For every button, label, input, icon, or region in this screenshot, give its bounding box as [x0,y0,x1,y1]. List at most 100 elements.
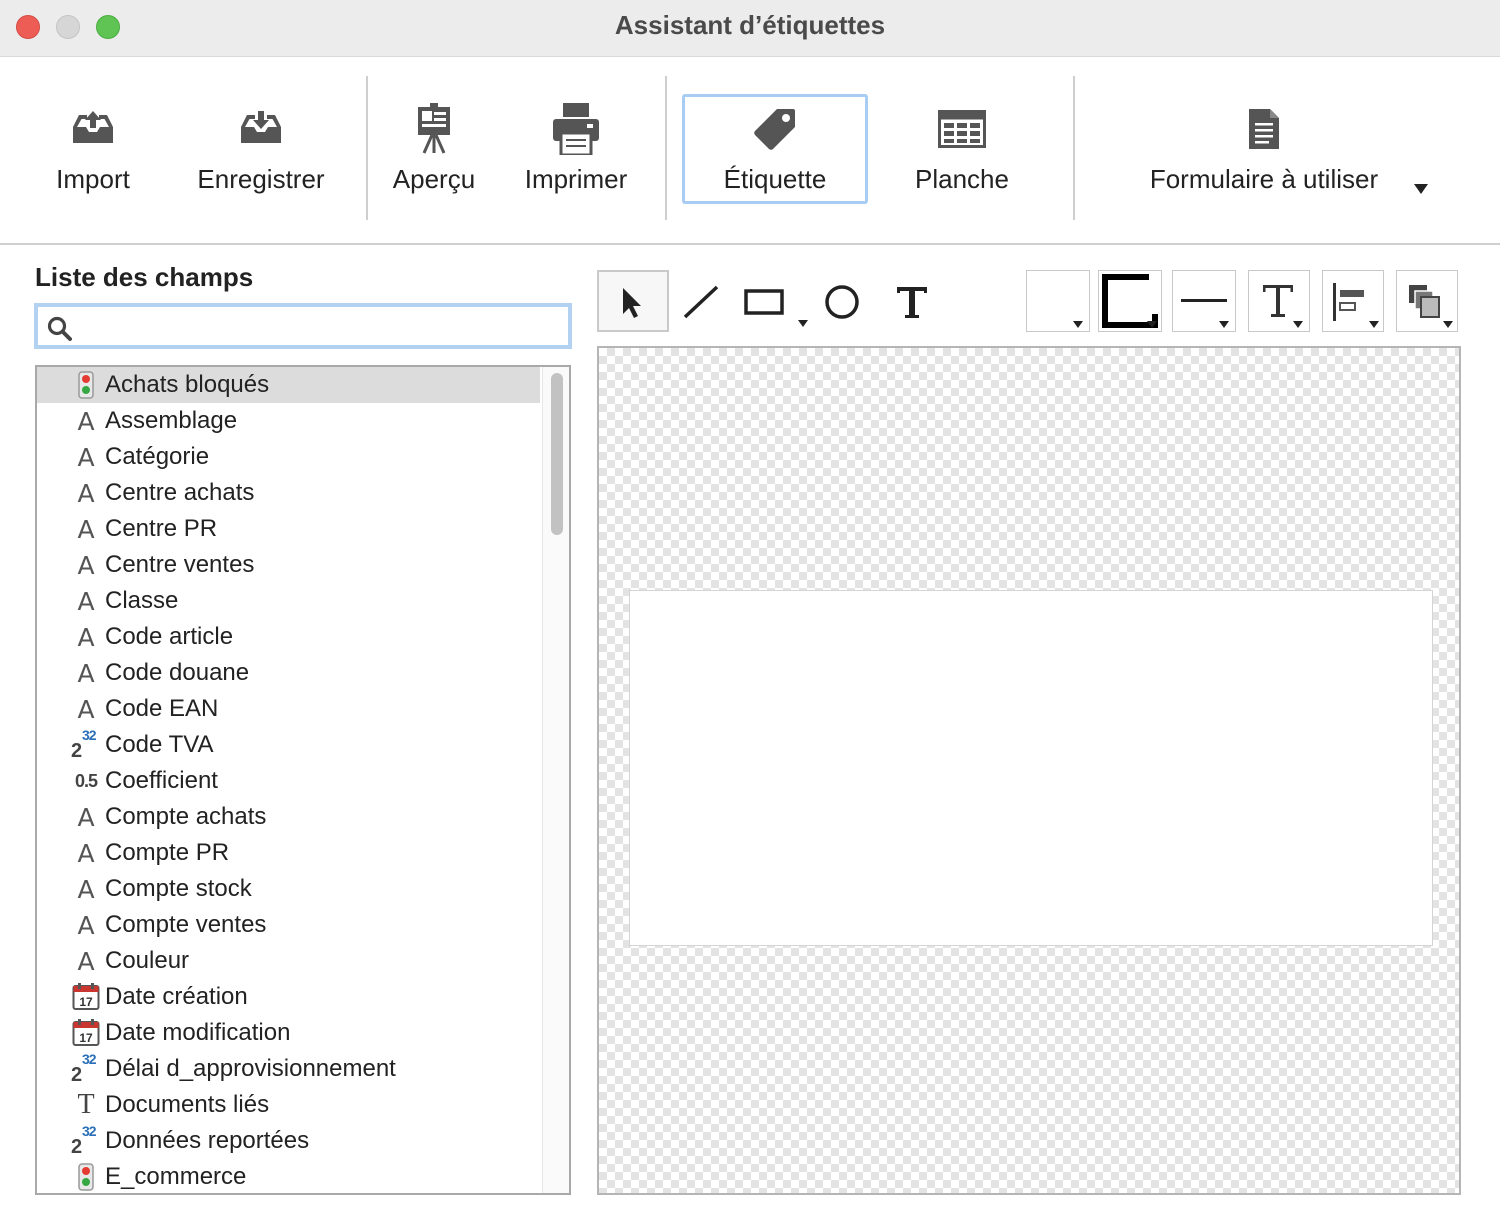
calendar-icon: 17 [71,1015,101,1051]
sheet-button[interactable]: Planche [902,97,1022,241]
field-list-item-label: Date modification [105,1019,291,1046]
field-list-item-label: Centre ventes [105,551,255,578]
label-label: Étiquette [723,164,827,194]
border-color-dropdown-arrow-icon[interactable] [1147,321,1157,328]
align-left-icon [1333,283,1364,321]
sheet-label: Planche [915,164,1009,194]
rectangle-tool-button[interactable] [738,270,812,332]
field-list-item[interactable]: A Compte ventes [37,907,540,943]
text-field-icon: A [77,442,95,472]
align-dropdown-arrow-icon[interactable] [1369,321,1379,328]
line-style-button[interactable] [1172,270,1236,332]
fields-list-scrollbar[interactable] [542,367,569,1193]
field-list-item[interactable]: A Code article [37,619,540,655]
print-button[interactable]: Imprimer [516,97,636,241]
line-style-dropdown-arrow-icon[interactable] [1219,321,1229,328]
svg-text:17: 17 [79,995,93,1009]
text-tool-button[interactable] [886,270,938,332]
tray-download-icon [190,97,332,161]
fill-color-dropdown-arrow-icon[interactable] [1073,321,1083,328]
search-icon [46,315,74,348]
field-list-item[interactable]: 2 32 Code TVA [37,727,540,763]
field-list-item[interactable]: A Centre PR [37,511,540,547]
field-list-item-label: Classe [105,587,179,614]
text-field-icon: A [77,874,95,904]
field-list-item[interactable]: A Compte stock [37,871,540,907]
border-color-button[interactable] [1098,270,1162,332]
field-list-item[interactable]: A Catégorie [37,439,540,475]
form-dropdown-arrow-icon[interactable] [1414,184,1428,194]
traffic-light-icon [71,1159,101,1193]
field-list-item[interactable]: Achats bloqués [37,367,540,403]
preview-label: Aperçu [392,164,476,194]
font-dropdown-arrow-icon[interactable] [1293,321,1303,328]
field-list-item-label: Achats bloqués [105,371,270,398]
integer-field-icon: 2 32 [71,727,97,762]
field-list-item[interactable]: 0.5 Coefficient [37,763,540,799]
field-list-item[interactable]: A Code douane [37,655,540,691]
field-list-item-label: Code TVA [105,731,214,758]
field-list-item[interactable]: A Classe [37,583,540,619]
import-button[interactable]: Import [40,97,146,241]
text-field-icon: A [77,658,95,688]
align-button[interactable] [1322,270,1384,332]
text-field-icon: A [77,838,95,868]
border-color-icon [1102,274,1158,328]
fields-search-box[interactable] [34,303,572,349]
field-list-item[interactable]: 17 Date création [37,979,540,1015]
sheet-grid-icon [902,97,1022,161]
fields-list-scroll-thumb[interactable] [551,373,563,535]
arrange-dropdown-arrow-icon[interactable] [1443,321,1453,328]
ellipse-icon [825,285,859,319]
text-field-icon: A [77,946,95,976]
field-list-item[interactable]: E_commerce [37,1159,540,1193]
field-list-item[interactable]: A Compte achats [37,799,540,835]
arrange-button[interactable] [1396,270,1458,332]
import-label: Import [56,164,130,194]
form-to-use-button[interactable]: Formulaire à utiliser [1136,97,1392,241]
fill-color-button[interactable] [1026,270,1090,332]
save-button[interactable]: Enregistrer [190,97,332,241]
field-list-item-label: Compte stock [105,875,252,902]
preview-button[interactable]: Aperçu [384,97,484,241]
label-area[interactable] [629,590,1433,946]
text-field-icon: A [77,586,95,616]
font-button[interactable] [1248,270,1310,332]
form-to-use-label: Formulaire à utiliser [1149,164,1379,194]
fields-list[interactable]: E_commerce 2 32 Données reportées T Documents… [35,365,571,1195]
document-icon [1136,97,1392,161]
field-list-item-label: Code douane [105,659,250,686]
fields-search-input[interactable] [82,311,566,345]
field-list-item[interactable]: 2 32 Délai d_approvisionnement [37,1051,540,1087]
line-tool-button[interactable] [676,270,728,332]
field-list-item-label: Données reportées [105,1127,310,1154]
rectangle-dropdown-arrow-icon[interactable] [798,320,808,327]
tray-upload-icon [40,97,146,161]
ellipse-tool-button[interactable] [818,270,866,332]
bring-to-front-icon [1409,285,1440,318]
field-list-item-label: Compte achats [105,803,267,830]
field-list-item-label: Documents liés [105,1091,270,1118]
integer-field-icon: 2 32 [71,1051,97,1086]
field-list-item-label: Compte PR [105,839,230,866]
label-design-canvas[interactable] [597,346,1461,1195]
field-list-item[interactable]: T Documents liés [37,1087,540,1123]
field-list-item[interactable]: A Centre ventes [37,547,540,583]
field-list-item-label: E_commerce [105,1163,247,1190]
label-button[interactable]: Étiquette [686,97,864,241]
field-list-item[interactable]: 17 Date modification [37,1015,540,1051]
field-list-item-label: Compte ventes [105,911,267,938]
field-list-item[interactable]: A Couleur [37,943,540,979]
field-list-item[interactable]: 2 32 Données reportées [37,1123,540,1159]
text-field-icon: A [77,694,95,724]
field-list-item[interactable]: A Assemblage [37,403,540,439]
select-tool-button[interactable] [597,270,669,332]
field-list-item[interactable]: A Compte PR [37,835,540,871]
field-list-item[interactable]: A Code EAN [37,691,540,727]
field-list-item[interactable]: A Centre achats [37,475,540,511]
integer-field-icon: 2 32 [71,1123,97,1158]
field-list-item-label: Date création [105,983,248,1010]
long-text-icon: T [77,1089,95,1120]
field-list-item-label: Code article [105,623,234,650]
line-icon [683,285,719,319]
